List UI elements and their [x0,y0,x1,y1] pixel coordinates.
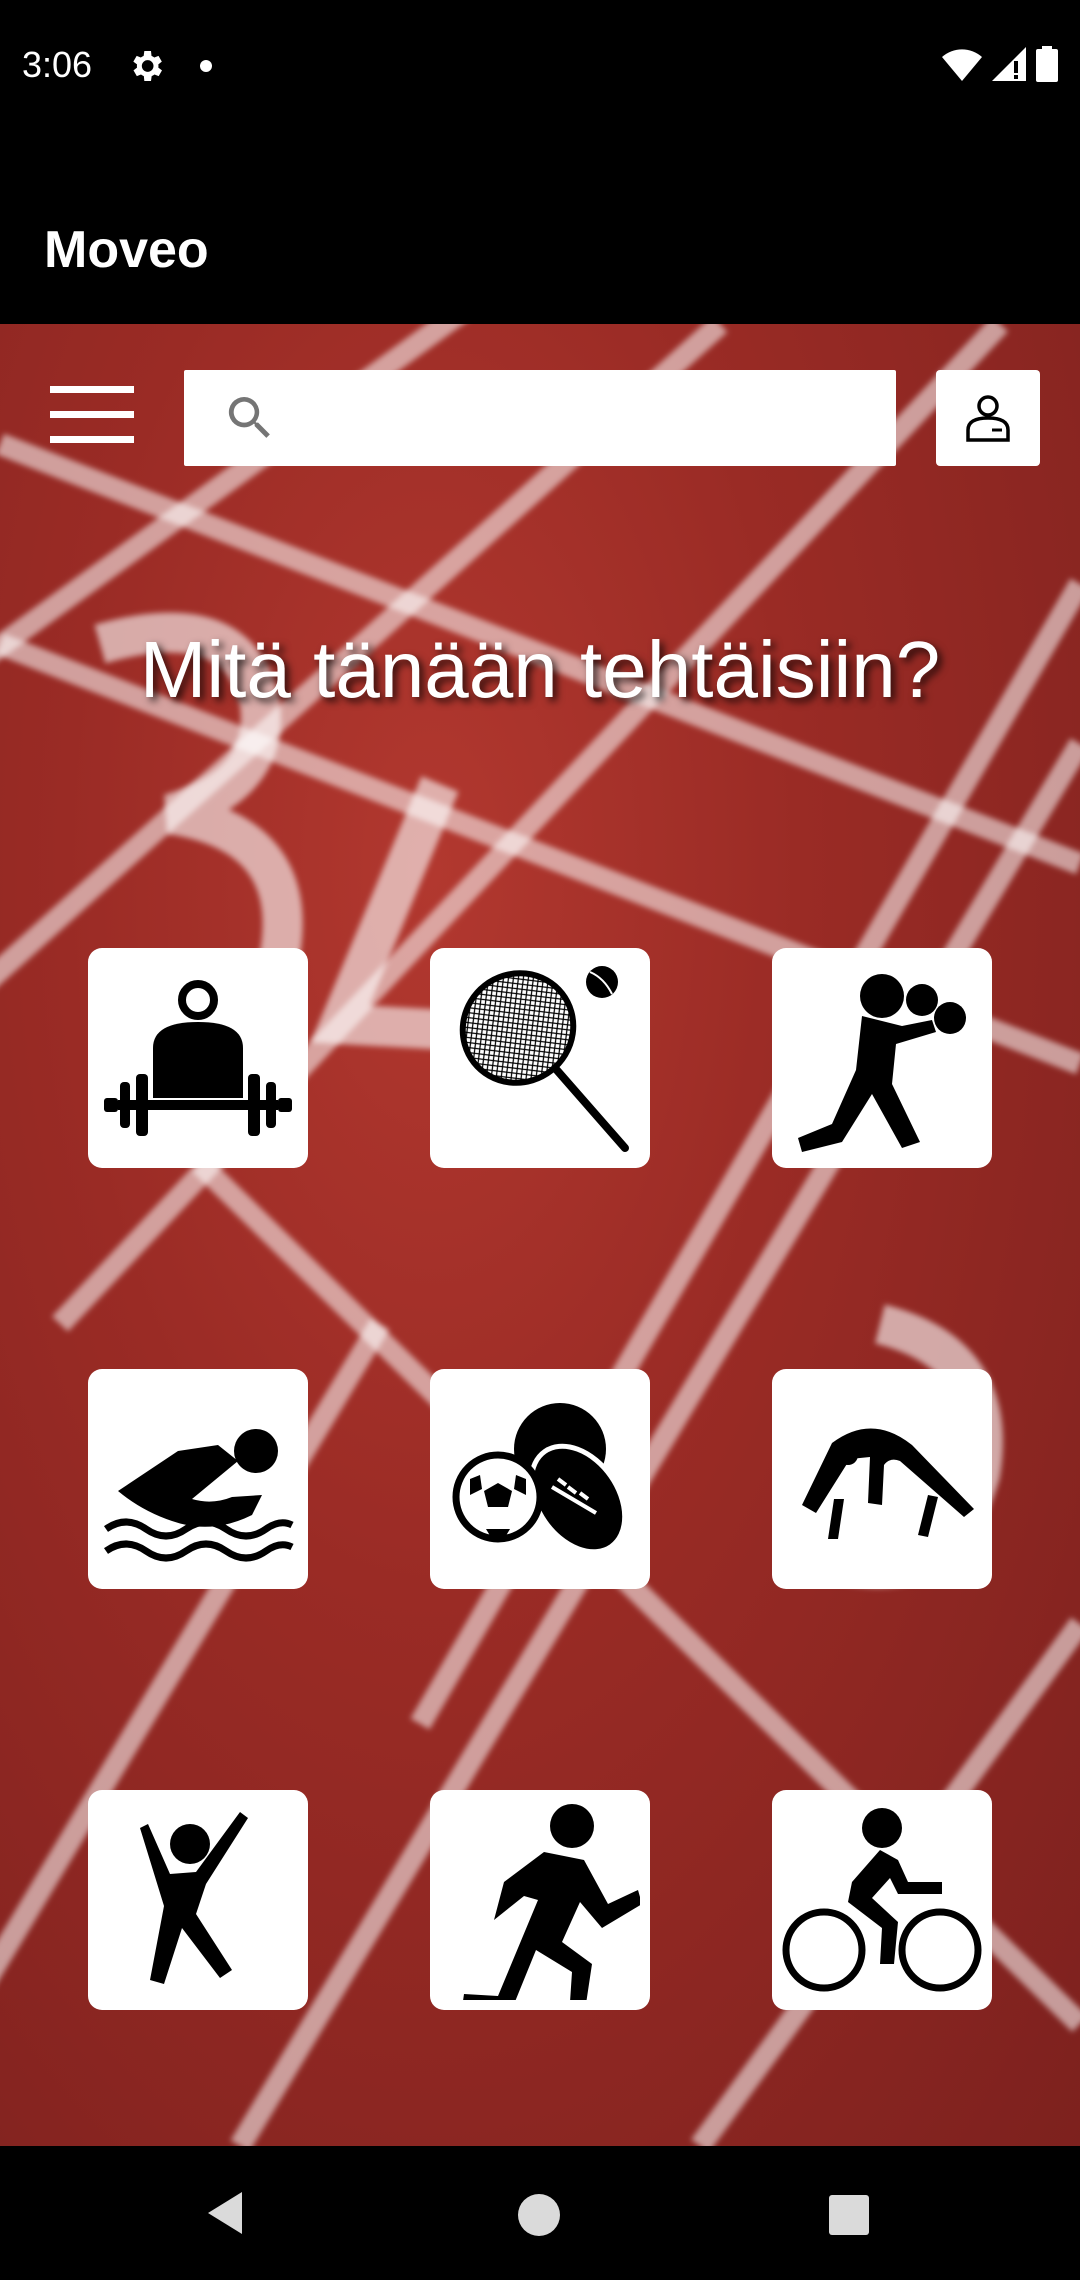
dance-icon [140,1812,248,1984]
activity-cycling[interactable] [772,1790,992,2010]
activity-ball-sports[interactable] [430,1369,650,1589]
navigation-bar [0,2146,1080,2280]
search-icon [228,397,270,438]
settings-icon [133,51,162,81]
menu-button[interactable] [44,386,140,456]
notification-dot [200,60,212,72]
search-box[interactable] [184,370,896,466]
swimming-icon [103,1429,294,1562]
activity-tennis[interactable] [430,948,650,1168]
home-icon[interactable] [518,2194,560,2236]
page-title: Mitä tänään tehtäisiin? [139,625,941,714]
gymnastics-icon [802,1428,974,1539]
ball-sports-icon [452,1403,628,1555]
battery-icon [1036,46,1058,82]
boxing-icon [798,974,966,1152]
cycling-icon [782,1808,982,1992]
activity-boxing[interactable] [772,948,992,1168]
profile-button[interactable] [936,370,1040,466]
recents-icon[interactable] [829,2195,869,2235]
activity-swimming[interactable] [88,1369,308,1589]
person-icon [966,395,1010,442]
activity-dance[interactable] [88,1790,308,2010]
back-icon[interactable] [204,2190,244,2236]
activity-running[interactable] [430,1790,650,2010]
weightlifting-icon [104,980,292,1136]
activity-gymnastics[interactable] [772,1369,992,1589]
main-content: Mitä tänään tehtäisiin? [0,324,1080,2146]
wifi-icon [942,49,982,81]
hamburger-menu-icon [50,386,134,393]
status-time: 3:06 [22,44,93,85]
running-icon [463,1804,640,2000]
app-title: Moveo [44,221,209,279]
app-bar: Moveo [0,136,1080,324]
status-bar: 3:06 [0,0,1080,136]
search-input[interactable] [294,384,874,452]
cellular-icon [992,47,1026,81]
activity-weightlifting[interactable] [88,948,308,1168]
tennis-icon [459,966,629,1152]
